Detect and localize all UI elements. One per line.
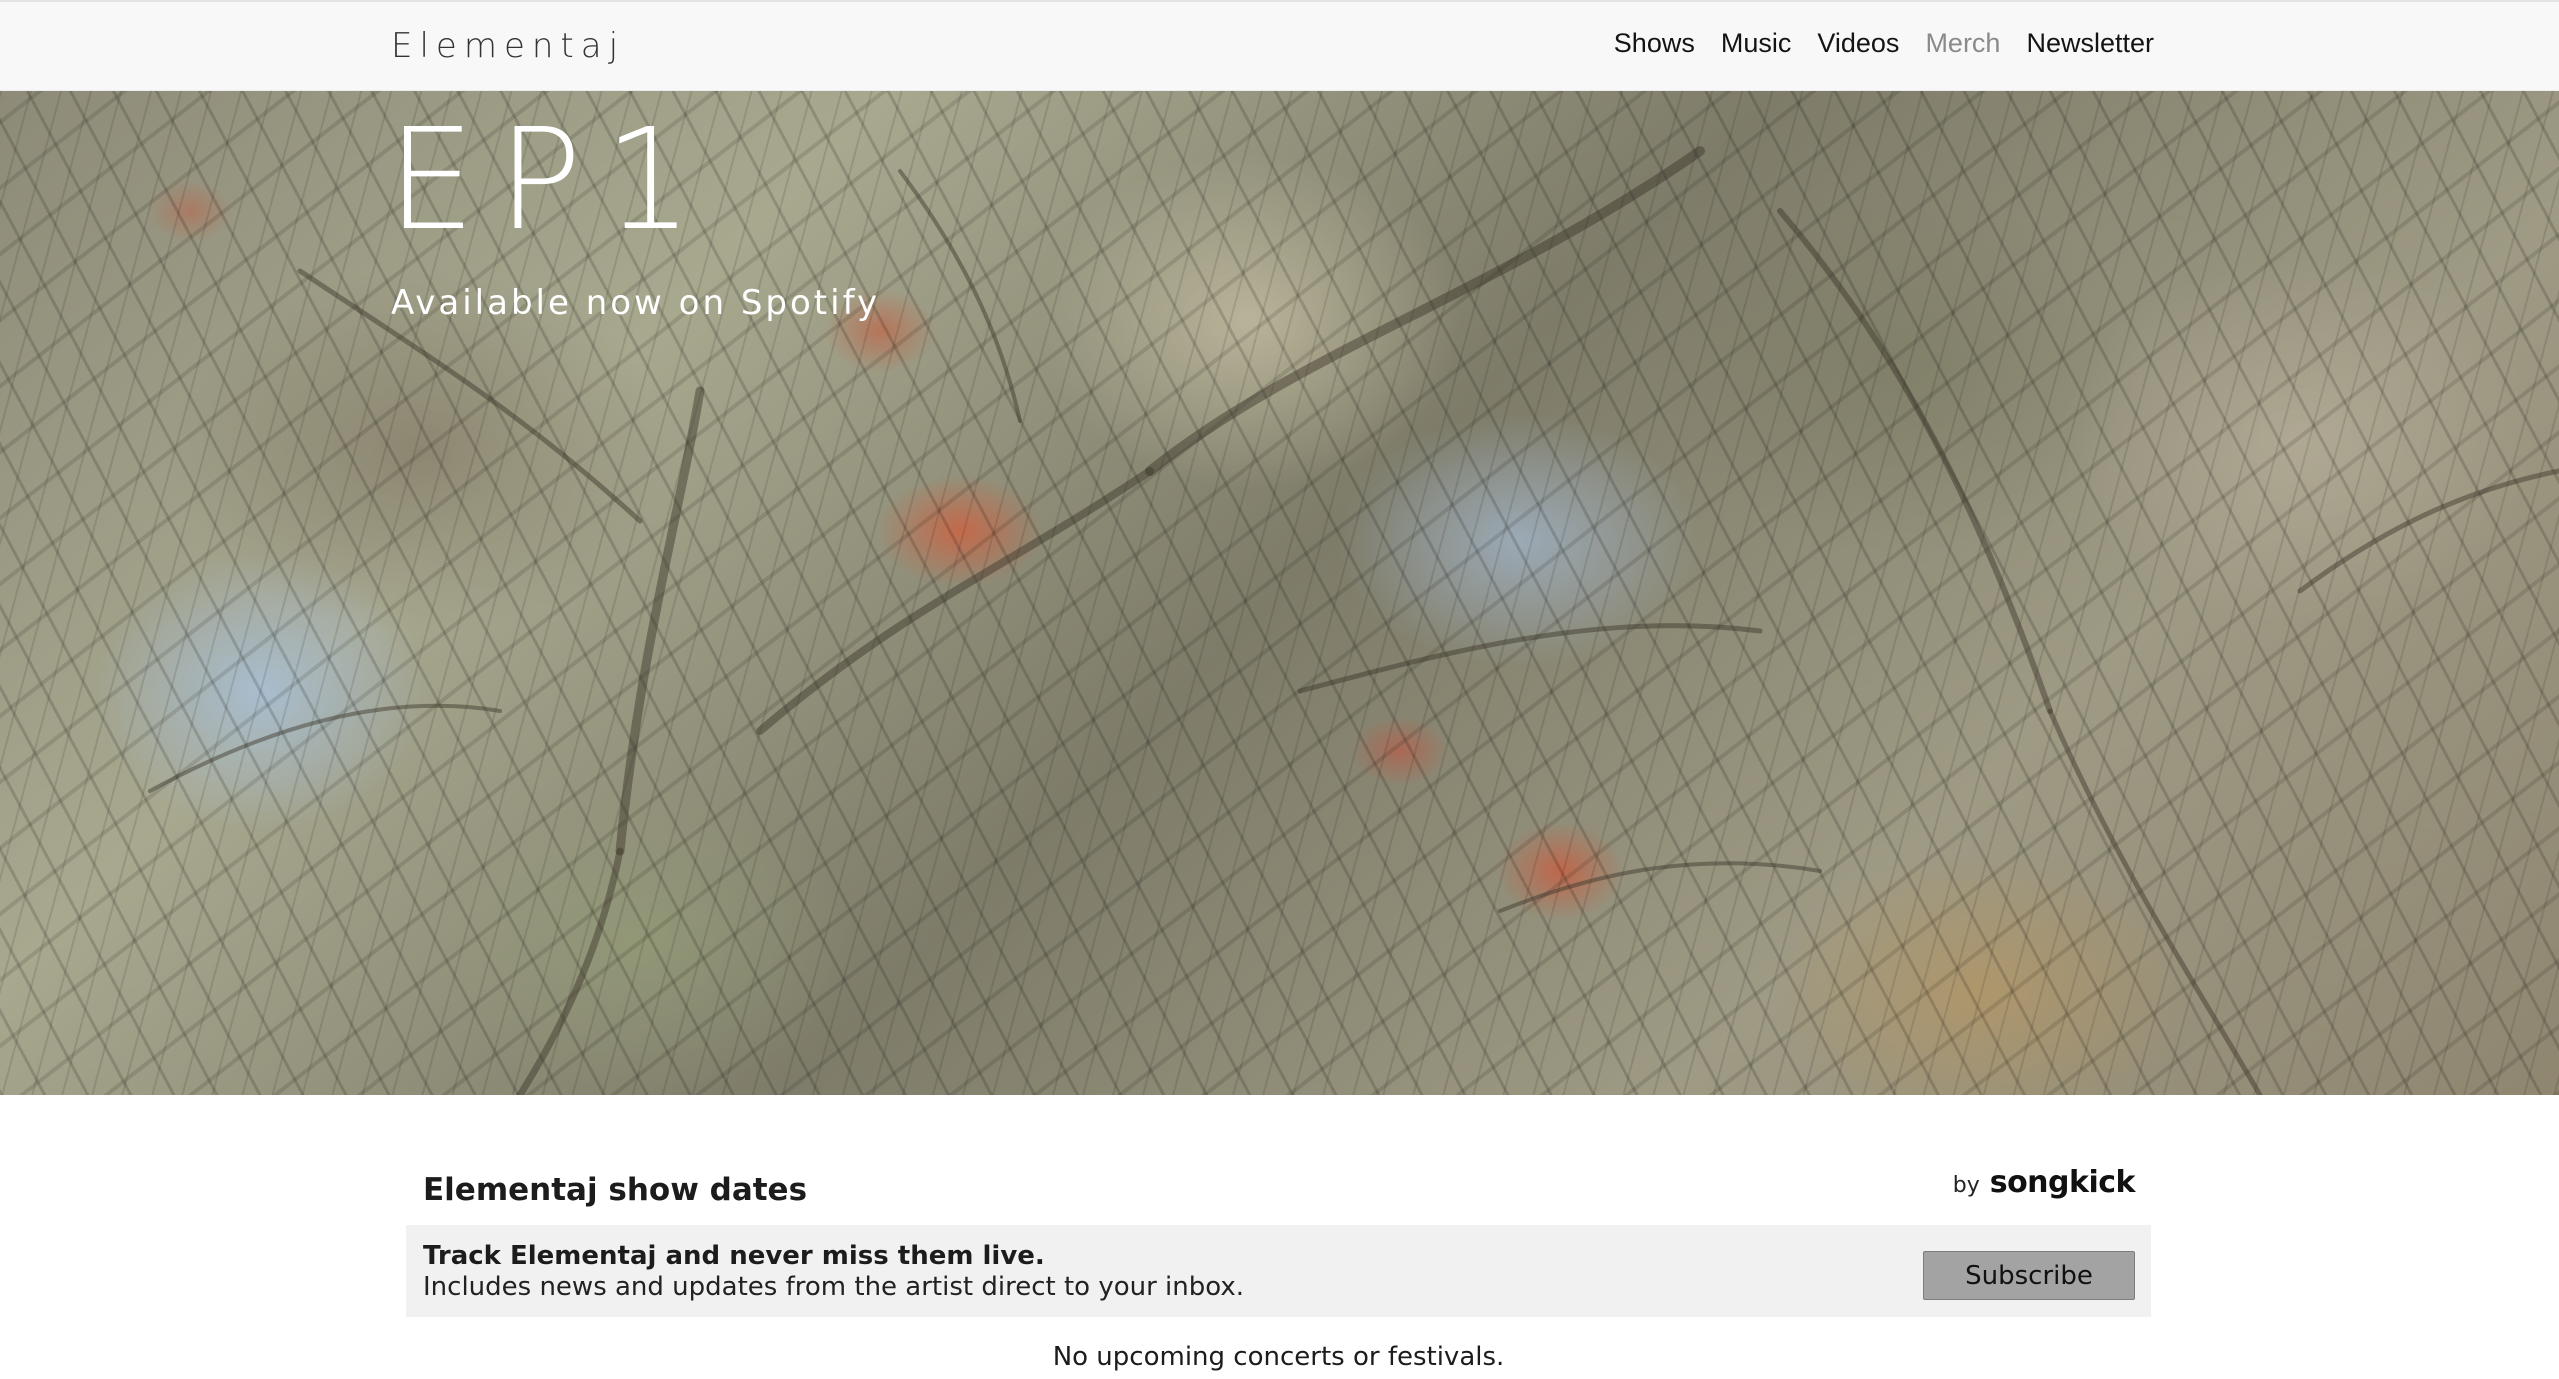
nav-link-videos[interactable]: Videos: [1817, 28, 1899, 58]
nav-link-shows[interactable]: Shows: [1614, 28, 1695, 58]
hero-subtitle: Available now on Spotify: [391, 283, 881, 323]
nav-link-merch[interactable]: Merch: [1925, 28, 2000, 58]
brand-logo-link[interactable]: Elementaj: [391, 26, 625, 66]
track-heading: Track Elementaj and never miss them live…: [423, 1241, 1045, 1271]
page: Elementaj Shows Music Videos Merch Newsl…: [0, 0, 2559, 1379]
hero-title: EP1: [387, 99, 715, 262]
main-nav: Shows Music Videos Merch Newsletter: [1614, 28, 2154, 59]
show-dates-title: Elementaj show dates: [423, 1172, 808, 1208]
no-events-message: No upcoming concerts or festivals.: [1052, 1342, 1505, 1372]
hero-banner: EP1 Available now on Spotify: [0, 91, 2559, 1095]
nav-link-music[interactable]: Music: [1721, 28, 1792, 58]
nav-item-music: Music: [1721, 28, 1792, 59]
track-description: Includes news and updates from the artis…: [423, 1272, 1245, 1302]
nav-item-shows: Shows: [1614, 28, 1695, 59]
songkick-logo: songkick: [1989, 1165, 2136, 1200]
subscribe-button[interactable]: Subscribe: [1923, 1251, 2135, 1300]
nav-item-newsletter: Newsletter: [2026, 28, 2154, 59]
nav-item-videos: Videos: [1817, 28, 1899, 59]
nav-link-newsletter[interactable]: Newsletter: [2026, 28, 2154, 58]
track-artist-box: Track Elementaj and never miss them live…: [406, 1225, 2151, 1317]
nav-item-merch: Merch: [1925, 28, 2000, 59]
songkick-attribution-link[interactable]: by songkick: [1952, 1165, 2136, 1200]
hero-branches-illustration: [148, 146, 2559, 1095]
top-navbar: Elementaj Shows Music Videos Merch Newsl…: [0, 0, 2559, 91]
attribution-by-text: by: [1952, 1173, 1980, 1198]
